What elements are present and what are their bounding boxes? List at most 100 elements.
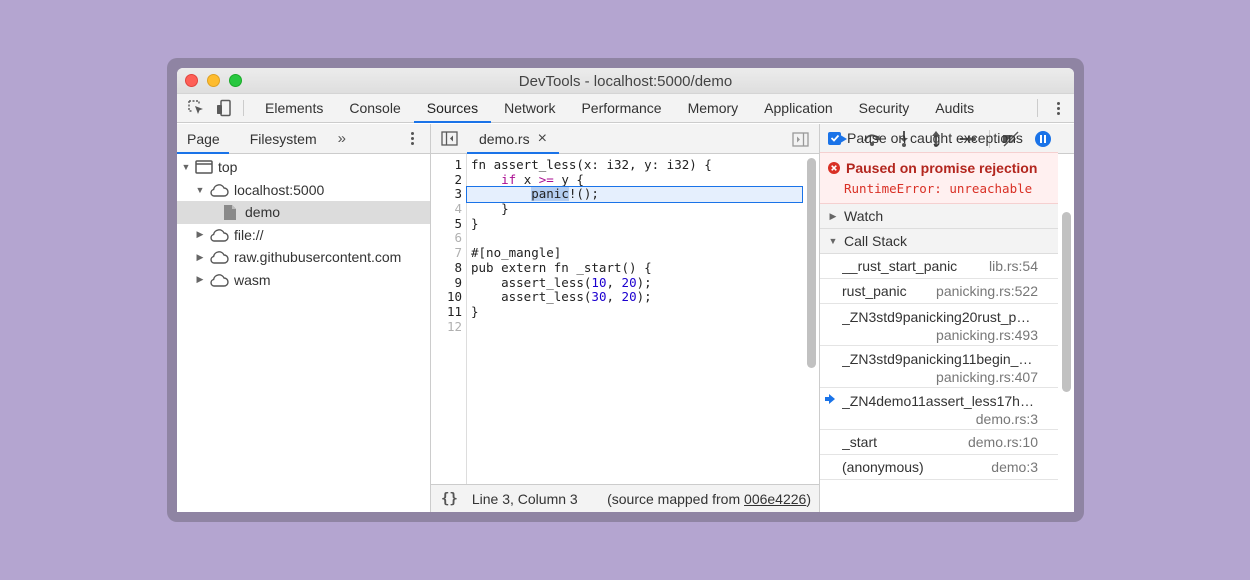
editor-panel: demo.rs × 1 2 3 4 5 6 7 8 9 10 11 12 fn … <box>431 124 820 512</box>
watch-label: Watch <box>844 208 884 224</box>
navigator-menu-button[interactable] <box>402 124 422 153</box>
pretty-print-icon[interactable]: {} <box>431 491 468 507</box>
line-number[interactable]: 9 <box>431 275 466 291</box>
tree-item-file[interactable]: ▶ file:// <box>177 224 430 247</box>
frame-location[interactable]: demo.rs:10 <box>968 434 1038 450</box>
tab-application[interactable]: Application <box>751 94 846 122</box>
expanded-triangle-icon: ▼ <box>181 162 191 173</box>
more-tabs-icon[interactable]: » <box>330 124 354 153</box>
frame-function: _ZN3std9panicking11begin_panic <box>842 351 1038 367</box>
tree-item-wasm[interactable]: ▶ wasm <box>177 269 430 292</box>
collapsed-triangle-icon: ▶ <box>196 251 204 262</box>
code-line: } <box>471 215 479 231</box>
call-frame[interactable]: (anonymous) demo:3 <box>820 455 1058 480</box>
line-number[interactable]: 11 <box>431 304 466 320</box>
line-number[interactable]: 1 <box>431 157 466 173</box>
code-line: assert_less(10, 20); <box>471 274 652 290</box>
frame-location[interactable]: panicking.rs:407 <box>842 369 1038 385</box>
code-line: } <box>471 303 479 319</box>
editor-scrollbar[interactable] <box>807 158 816 368</box>
cloud-icon <box>210 273 229 287</box>
frame-icon <box>195 160 213 174</box>
cursor-position: Line 3, Column 3 <box>471 490 578 507</box>
tab-memory[interactable]: Memory <box>675 94 752 122</box>
frame-function: _ZN3std9panicking20rust_panic_with_hook <box>842 309 1038 325</box>
call-frame[interactable]: __rust_start_panic lib.rs:54 <box>820 254 1058 279</box>
call-frame[interactable]: _ZN3std9panicking20rust_panic_with_hook … <box>820 304 1058 346</box>
line-number[interactable]: 6 <box>431 231 466 246</box>
frame-location[interactable]: demo.rs:3 <box>842 411 1038 427</box>
watch-section-header[interactable]: ▶ Watch <box>820 204 1058 229</box>
expanded-triangle-icon: ▼ <box>828 236 838 246</box>
call-frame-current[interactable]: _ZN4demo11assert_less17hc8b7f9a2e1 demo.… <box>820 388 1058 430</box>
tab-filesystem[interactable]: Filesystem <box>241 124 326 153</box>
inspect-element-icon[interactable] <box>185 99 207 117</box>
call-stack-section-header[interactable]: ▼ Call Stack <box>820 229 1058 254</box>
line-number[interactable]: 3 <box>431 187 466 202</box>
line-number[interactable]: 10 <box>431 289 466 305</box>
checkbox-checked-icon[interactable] <box>828 131 841 145</box>
tab-security[interactable]: Security <box>846 94 923 122</box>
line-number[interactable]: 7 <box>431 245 466 261</box>
tree-item-label: wasm <box>234 271 271 288</box>
frame-location[interactable]: panicking.rs:522 <box>936 283 1038 299</box>
code-line: fn assert_less(x: i32, y: i32) { <box>471 157 712 172</box>
device-toolbar-icon[interactable] <box>213 99 235 117</box>
tab-performance[interactable]: Performance <box>568 94 674 122</box>
line-number[interactable]: 8 <box>431 260 466 276</box>
collapsed-triangle-icon: ▶ <box>196 229 204 240</box>
source-map-info: (source mapped from 006e4226) <box>607 490 811 507</box>
tree-item-github[interactable]: ▶ raw.githubusercontent.com <box>177 246 430 269</box>
tab-page[interactable]: Page <box>177 124 229 154</box>
source-map-link[interactable]: 006e4226 <box>744 491 806 507</box>
tree-item-localhost[interactable]: ▼ localhost:5000 <box>177 179 430 202</box>
toolbar-separator <box>1037 99 1038 117</box>
tab-elements[interactable]: Elements <box>252 94 336 122</box>
line-number[interactable]: 12 <box>431 319 466 335</box>
window-title: DevTools - localhost:5000/demo <box>518 73 733 90</box>
frame-function: rust_panic <box>842 283 907 299</box>
tab-sources[interactable]: Sources <box>413 94 492 123</box>
error-icon <box>828 162 840 174</box>
frame-function: __rust_start_panic <box>842 258 958 274</box>
call-frame[interactable]: _start demo.rs:10 <box>820 430 1058 455</box>
tree-item-top[interactable]: ▼ top <box>177 156 430 179</box>
sidebar-scrollbar[interactable] <box>1062 212 1071 392</box>
toggle-navigator-icon[interactable] <box>431 124 467 153</box>
editor-status-bar: {} Line 3, Column 3 (source mapped from … <box>431 484 819 512</box>
current-frame-arrow-icon <box>825 394 835 404</box>
title-bar: DevTools - localhost:5000/demo <box>177 68 1074 94</box>
frame-location[interactable]: lib.rs:54 <box>989 258 1038 274</box>
close-tab-icon[interactable]: × <box>538 130 547 148</box>
navigator-tab-bar: Page Filesystem » <box>177 124 430 154</box>
call-frame[interactable]: _ZN3std9panicking11begin_panic panicking… <box>820 346 1058 388</box>
code-line: } <box>471 201 509 217</box>
code-area[interactable]: fn assert_less(x: i32, y: i32) { if x >=… <box>466 154 803 484</box>
tab-console[interactable]: Console <box>336 94 413 122</box>
line-number[interactable]: 2 <box>431 172 466 188</box>
toolbar-separator <box>243 100 244 116</box>
pause-on-caught-exceptions[interactable]: Pause on caught exceptions <box>820 124 1058 152</box>
cloud-icon <box>210 228 229 242</box>
main-tab-bar: Elements Console Sources Network Perform… <box>177 94 1074 123</box>
call-frame[interactable]: rust_panic panicking.rs:522 <box>820 279 1058 304</box>
frame-location[interactable]: demo:3 <box>991 459 1038 475</box>
tab-audits[interactable]: Audits <box>922 94 987 122</box>
line-gutter[interactable]: 1 2 3 4 5 6 7 8 9 10 11 12 <box>431 154 467 484</box>
line-number[interactable]: 4 <box>431 201 466 217</box>
line-number[interactable]: 5 <box>431 216 466 232</box>
paused-reason: Paused on promise rejection <box>846 160 1038 176</box>
call-stack-label: Call Stack <box>844 233 908 249</box>
tree-item-demo[interactable]: demo <box>177 201 430 224</box>
frame-location[interactable]: panicking.rs:493 <box>842 327 1038 343</box>
tab-network[interactable]: Network <box>491 94 568 122</box>
navigator-panel: Page Filesystem » ▼ top ▼ localhost:5000 <box>177 124 431 512</box>
file-tab-demo[interactable]: demo.rs × <box>467 124 559 154</box>
customize-menu-button[interactable] <box>1048 94 1068 122</box>
code-line: if x >= y { <box>501 171 584 187</box>
devtools-window: DevTools - localhost:5000/demo Elements … <box>177 68 1074 512</box>
file-icon <box>224 204 236 220</box>
editor-tab-bar: demo.rs × <box>431 124 819 154</box>
collapsed-triangle-icon: ▶ <box>829 210 837 221</box>
toggle-debugger-icon[interactable] <box>789 128 811 150</box>
